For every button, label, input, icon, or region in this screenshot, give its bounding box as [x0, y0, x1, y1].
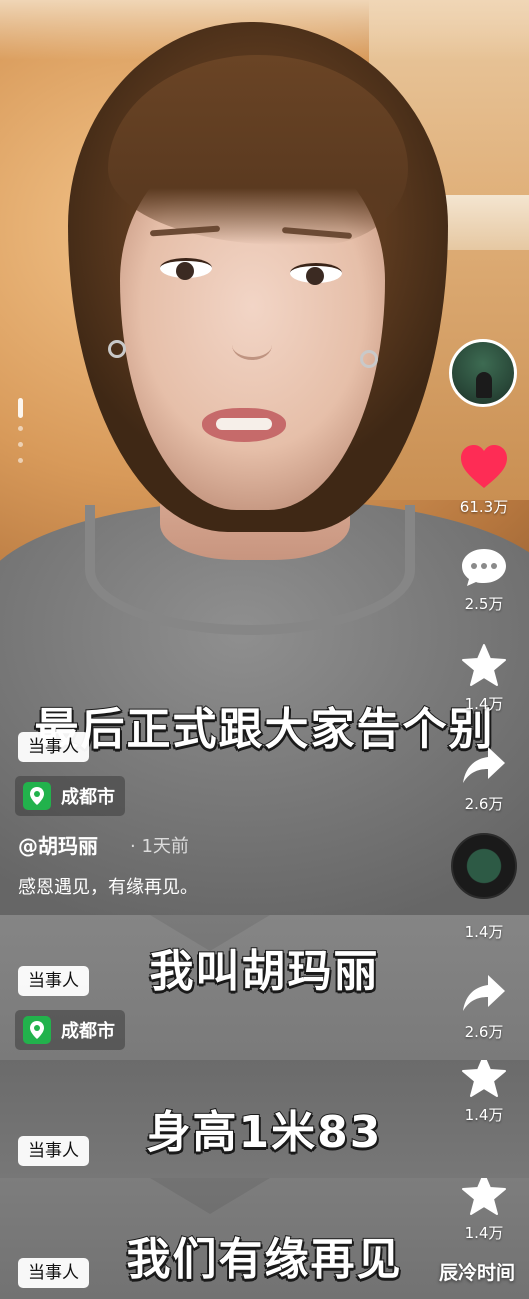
location-pin-icon	[23, 1016, 51, 1044]
star-icon	[462, 1178, 506, 1215]
page-indicator-active	[18, 398, 23, 418]
like-button[interactable]: 61.3万	[449, 444, 519, 517]
page-indicator	[18, 398, 24, 474]
share-arrow-icon	[463, 975, 505, 1011]
video-frame-3[interactable]: 身高1米83 当事人 1.4万	[0, 1060, 529, 1178]
comment-button[interactable]: 2.5万	[449, 547, 519, 614]
share-button[interactable]: 2.6万	[449, 973, 519, 1042]
sweater-fold	[150, 1178, 270, 1214]
favorite-count: 1.4万	[464, 1224, 504, 1242]
location-badge[interactable]: 成都市	[15, 776, 125, 816]
favorite-count: 1.4万	[464, 695, 504, 713]
mouth	[202, 408, 286, 442]
earring-left	[108, 340, 126, 358]
location-pin-icon	[23, 782, 51, 810]
share-button[interactable]: 2.6万	[449, 745, 519, 814]
video-frame-2[interactable]: 我叫胡玛丽 当事人 成都市 1.4万 2.6万	[0, 915, 529, 1060]
watermark: 辰冷时间	[438, 1262, 515, 1284]
star-icon	[462, 644, 506, 686]
author-name[interactable]: @胡玛丽	[18, 830, 98, 859]
favorite-count: 1.4万	[464, 923, 504, 941]
video-frame-4[interactable]: 我们有缘再见 当事人 1.4万 辰冷时间	[0, 1178, 529, 1299]
share-count: 2.6万	[464, 795, 504, 813]
page-indicator-dot	[18, 426, 23, 431]
music-disc[interactable]	[451, 833, 517, 899]
page-indicator-dot	[18, 458, 23, 463]
author-avatar[interactable]	[449, 339, 517, 407]
tag-badge[interactable]: 当事人	[18, 1258, 89, 1288]
favorite-button[interactable]: 1.4万	[449, 1060, 519, 1125]
comment-bubble-icon	[462, 549, 506, 586]
post-time: · 1天前	[130, 836, 189, 857]
earring-right	[360, 350, 378, 368]
tag-badge[interactable]: 当事人	[18, 1136, 89, 1166]
page-indicator-dot	[18, 442, 23, 447]
heart-icon	[461, 445, 507, 488]
location-label: 成都市	[61, 787, 115, 808]
like-count: 61.3万	[459, 498, 509, 516]
tag-badge[interactable]: 当事人	[18, 732, 89, 762]
favorite-button[interactable]: 1.4万	[449, 1178, 519, 1243]
share-count: 2.6万	[464, 1023, 504, 1041]
eye-right	[290, 263, 342, 285]
location-badge[interactable]: 成都市	[15, 1010, 125, 1050]
favorite-button[interactable]: 1.4万	[449, 643, 519, 714]
location-label: 成都市	[61, 1021, 115, 1042]
tag-badge[interactable]: 当事人	[18, 966, 89, 996]
nose	[232, 330, 272, 360]
post-caption: 感恩遇见，有缘再见。	[18, 877, 198, 898]
eye-left	[160, 258, 212, 280]
favorite-count: 1.4万	[464, 1106, 504, 1124]
share-arrow-icon	[463, 747, 505, 783]
comment-count: 2.5万	[464, 595, 504, 613]
star-icon	[462, 1060, 506, 1097]
favorite-button[interactable]: 1.4万	[449, 915, 519, 942]
